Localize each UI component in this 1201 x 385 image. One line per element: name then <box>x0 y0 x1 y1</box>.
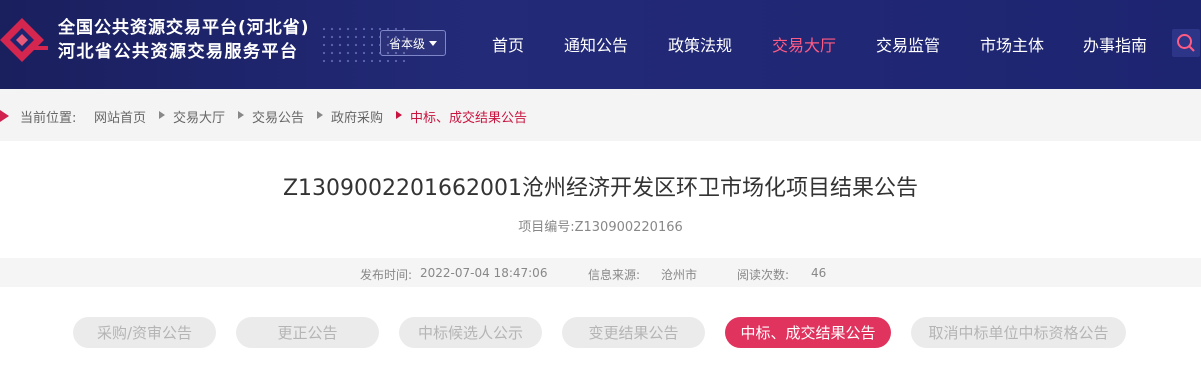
site-name-line1: 全国公共资源交易平台(河北省) <box>58 18 310 38</box>
page-title: Z1309002201662001沧州经济开发区环卫市场化项目结果公告 <box>282 176 919 201</box>
source-label: 信息来源: <box>588 268 641 282</box>
tab-award-result[interactable]: 中标、成交结果公告 <box>725 317 891 348</box>
nav-item-market-entities[interactable]: 市场主体 <box>980 32 1044 56</box>
caret-down-icon <box>429 40 437 46</box>
tab-change-result[interactable]: 变更结果公告 <box>562 317 705 348</box>
nav-item-policies[interactable]: 政策法规 <box>668 32 732 56</box>
tab-cancel-award[interactable]: 取消中标单位中标资格公告 <box>911 317 1126 348</box>
site-name[interactable]: 全国公共资源交易平台(河北省) 河北省公共资源交易服务平台 <box>58 17 310 65</box>
breadcrumb-item-announcements[interactable]: 交易公告 <box>252 107 304 126</box>
search-icon <box>1177 34 1195 52</box>
chevron-right-icon <box>238 111 244 119</box>
breadcrumb: 当前位置: 网站首页 交易大厅 交易公告 政府采购 中标、成交结果公告 <box>0 89 1201 141</box>
breadcrumb-prefix: 当前位置: <box>20 111 77 126</box>
publish-time: 2022-07-04 18:47:06 <box>420 266 548 280</box>
nav-item-guide[interactable]: 办事指南 <box>1083 32 1147 56</box>
views-label: 阅读次数: <box>737 268 790 282</box>
nav-item-notices[interactable]: 通知公告 <box>564 32 628 56</box>
article-meta: 发布时间: 2022-07-04 18:47:06 信息来源: 沧州市 阅读次数… <box>0 258 1201 287</box>
breadcrumb-item-home[interactable]: 网站首页 <box>94 107 146 126</box>
source-value: 沧州市 <box>661 268 698 282</box>
location-arrow-icon <box>0 110 9 122</box>
site-header: 全国公共资源交易平台(河北省) 河北省公共资源交易服务平台 省本级 首页 通知公… <box>0 0 1201 89</box>
project-number: 项目编号:Z130900220166 <box>518 220 683 235</box>
site-logo-icon[interactable] <box>0 12 52 76</box>
chevron-right-icon <box>317 111 323 119</box>
breadcrumb-item-trading-hall[interactable]: 交易大厅 <box>173 107 225 126</box>
nav-item-trading-hall[interactable]: 交易大厅 <box>772 32 836 56</box>
level-select[interactable]: 省本级 <box>380 30 446 56</box>
nav-item-supervision[interactable]: 交易监管 <box>876 32 940 56</box>
search-button[interactable] <box>1172 29 1200 57</box>
breadcrumb-item-gov-procurement[interactable]: 政府采购 <box>331 107 383 126</box>
publish-time-label: 发布时间: <box>360 268 413 282</box>
views-count: 46 <box>811 266 827 280</box>
site-name-line2: 河北省公共资源交易服务平台 <box>58 42 299 62</box>
chevron-right-icon <box>396 111 402 119</box>
breadcrumb-current: 中标、成交结果公告 <box>410 111 528 126</box>
tab-procurement-notice[interactable]: 采购/资审公告 <box>73 317 216 348</box>
tab-correction-notice[interactable]: 更正公告 <box>236 317 379 348</box>
tab-candidate-publicity[interactable]: 中标候选人公示 <box>399 317 542 348</box>
level-select-value: 省本级 <box>388 36 425 51</box>
chevron-right-icon <box>159 111 165 119</box>
nav-item-home[interactable]: 首页 <box>492 32 524 56</box>
